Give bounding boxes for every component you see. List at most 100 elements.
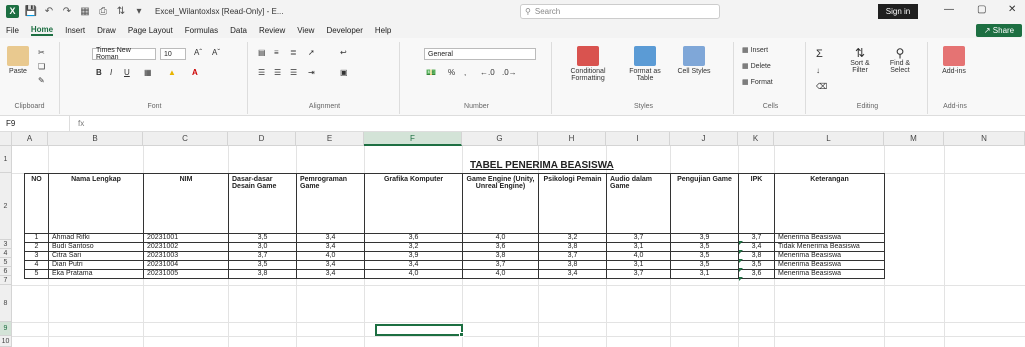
cell[interactable]: 3,0 [228,242,297,252]
cell[interactable]: 3,4 [296,233,365,243]
increase-decimal-icon[interactable]: ←.0 [480,68,495,77]
col-header-m[interactable]: M [884,132,944,146]
cell[interactable]: 3 [24,251,49,261]
cell[interactable]: 3,5 [670,260,739,270]
header-nim[interactable]: NIM [143,173,229,234]
tab-review[interactable]: Review [259,26,285,35]
customize-icon[interactable]: ▾ [133,5,145,17]
close-button[interactable]: ✕ [1008,4,1016,15]
shrink-font-icon[interactable]: Aˇ [212,48,220,57]
cell[interactable]: 4,0 [364,269,463,279]
cell[interactable]: Ahmad Rifki [48,233,144,243]
cell[interactable]: 4,0 [462,233,539,243]
undo-icon[interactable]: ↶ [43,5,55,17]
save-icon[interactable]: 💾 [25,5,37,17]
conditional-formatting-button[interactable]: Conditional Formatting [560,46,616,82]
row-header-7[interactable]: 7 [0,276,12,285]
format-as-table-button[interactable]: Format as Table [620,46,670,82]
align-middle-icon[interactable]: ≡ [274,48,279,57]
number-format-select[interactable]: General [424,48,536,60]
col-header-k[interactable]: K [738,132,774,146]
cell[interactable]: Menerima Beasiswa [774,251,885,261]
cell[interactable]: 3,2 [364,242,463,252]
header-pemrograman[interactable]: Pemrograman Game [296,173,365,234]
col-header-g[interactable]: G [462,132,538,146]
row-header-2[interactable]: 2 [0,173,12,240]
active-cell-f9[interactable] [375,324,464,337]
cell[interactable]: 20231002 [143,242,229,252]
header-ipk[interactable]: IPK [738,173,775,234]
tab-home[interactable]: Home [30,25,54,36]
autosum-icon[interactable]: Σ [816,48,823,60]
currency-icon[interactable]: 💵 [426,68,436,77]
cell[interactable]: 3,6 [738,269,775,279]
redo-icon[interactable]: ↷ [61,5,73,17]
quick-access-icon[interactable]: ▦ [79,5,91,17]
cell[interactable]: 4,0 [462,269,539,279]
cell[interactable]: 3,4 [296,242,365,252]
find-select-button[interactable]: ⚲ Find & Select [882,46,918,74]
cell[interactable]: 3,5 [738,260,775,270]
cell[interactable]: 3,7 [606,269,671,279]
col-header-l[interactable]: L [774,132,884,146]
cell[interactable]: 3,1 [606,242,671,252]
cell[interactable]: 3,1 [670,269,739,279]
col-header-c[interactable]: C [143,132,228,146]
orientation-icon[interactable]: ➚ [308,48,315,57]
row-header-1[interactable]: 1 [0,146,12,173]
cell[interactable]: Menerima Beasiswa [774,269,885,279]
paste-button[interactable]: Paste [6,46,30,75]
row-header-9[interactable]: 9 [0,322,12,336]
cell[interactable]: 20231001 [143,233,229,243]
cell[interactable]: Menerima Beasiswa [774,233,885,243]
align-right-icon[interactable]: ☰ [290,68,297,77]
copy-icon[interactable]: ❏ [38,62,45,71]
header-pengujian[interactable]: Pengujian Game [670,173,739,234]
insert-button[interactable]: ▦ Insert [742,46,768,54]
row-header-3[interactable]: 3 [0,240,12,249]
maximize-button[interactable]: ▢ [977,4,986,15]
tab-page-layout[interactable]: Page Layout [128,26,173,35]
fill-handle[interactable] [459,332,464,337]
row-header-8[interactable]: 8 [0,285,12,322]
indent-icon[interactable]: ⇥ [308,68,315,77]
cell[interactable]: Budi Santoso [48,242,144,252]
error-indicator-icon[interactable] [739,250,743,254]
cell[interactable]: 3,1 [606,260,671,270]
align-bottom-icon[interactable]: ≣ [290,48,297,57]
header-no[interactable]: NO [24,173,49,234]
cell-styles-button[interactable]: Cell Styles [674,46,714,75]
cell[interactable]: 3,2 [538,233,607,243]
cell[interactable]: 3,8 [538,242,607,252]
col-header-n[interactable]: N [944,132,1025,146]
row-header-6[interactable]: 6 [0,267,12,276]
bold-button[interactable]: B [96,68,102,77]
cell[interactable]: 3,8 [538,260,607,270]
cell[interactable]: Dian Putri [48,260,144,270]
select-all-corner[interactable] [0,132,12,146]
cell[interactable]: 3,7 [228,251,297,261]
cell[interactable]: 3,9 [364,251,463,261]
header-keterangan[interactable]: Keterangan [774,173,885,234]
cell[interactable]: 20231004 [143,260,229,270]
cell[interactable]: 5 [24,269,49,279]
cell[interactable]: 3,8 [738,251,775,261]
tab-draw[interactable]: Draw [97,26,116,35]
cell[interactable]: 20231003 [143,251,229,261]
cell[interactable]: 3,5 [670,242,739,252]
cell[interactable]: Menerima Beasiswa [774,260,885,270]
row-header-4[interactable]: 4 [0,249,12,258]
delete-button[interactable]: ▦ Delete [742,62,771,70]
cell[interactable]: 3,8 [462,251,539,261]
fill-icon[interactable]: ↓ [816,66,820,75]
cut-icon[interactable]: ✂ [38,48,45,57]
cell[interactable]: 3,4 [364,260,463,270]
cell[interactable]: 4 [24,260,49,270]
cell[interactable]: 3,4 [538,269,607,279]
cell[interactable]: Eka Pratama [48,269,144,279]
minimize-button[interactable]: — [944,4,954,15]
header-desain[interactable]: Dasar-dasar Desain Game [228,173,297,234]
cell[interactable]: 3,4 [296,260,365,270]
percent-button[interactable]: % [448,68,455,77]
addins-button[interactable]: Add-ins [936,46,972,75]
